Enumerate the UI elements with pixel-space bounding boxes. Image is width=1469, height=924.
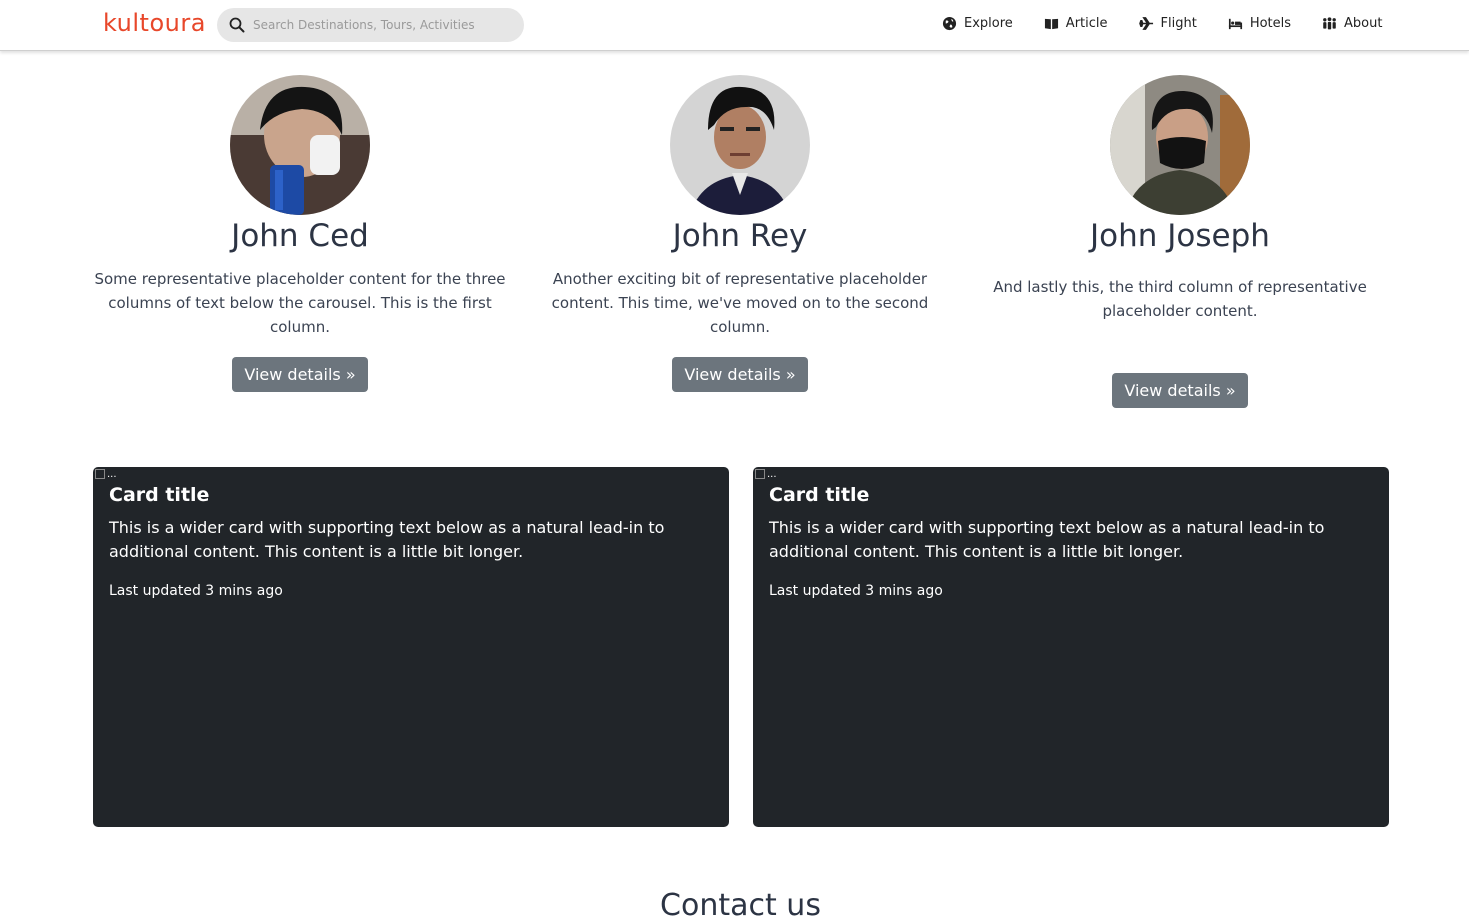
team-member-name: John Rey bbox=[672, 218, 808, 254]
card-title: Card title bbox=[769, 484, 870, 506]
team-member-column: John Rey Another exciting bit of represe… bbox=[530, 75, 950, 392]
team-member-name: John Joseph bbox=[1090, 218, 1270, 254]
team-member-description: Some representative placeholder content … bbox=[94, 270, 506, 336]
people-icon bbox=[1323, 17, 1336, 30]
nav-explore[interactable]: Explore bbox=[942, 16, 1013, 31]
nav-hotels[interactable]: Hotels bbox=[1228, 16, 1291, 31]
card-title: Card title bbox=[109, 484, 210, 506]
nav-hotels-label: Hotels bbox=[1249, 16, 1292, 31]
team-member-column: John Joseph And lastly this, the third c… bbox=[970, 75, 1390, 408]
brand-logo[interactable]: kultoura bbox=[103, 9, 206, 37]
info-card: ... Card title This is a wider card with… bbox=[753, 467, 1389, 827]
nav-about-label: About bbox=[1344, 16, 1383, 31]
search-bar[interactable] bbox=[217, 8, 524, 42]
bed-icon bbox=[1228, 18, 1242, 30]
team-member-name: John Ced bbox=[231, 218, 369, 254]
avatar bbox=[230, 75, 370, 215]
avatar bbox=[1110, 75, 1250, 215]
card-meta: Last updated 3 mins ago bbox=[769, 583, 943, 599]
team-member-column: John Ced Some representative placeholder… bbox=[90, 75, 510, 392]
broken-image: ... bbox=[755, 469, 777, 480]
top-navbar: kultoura Explore Article Flight bbox=[0, 0, 1469, 51]
nav-explore-label: Explore bbox=[964, 16, 1013, 31]
book-icon bbox=[1044, 18, 1058, 30]
team-member-description: And lastly this, the third column of rep… bbox=[993, 278, 1367, 320]
image-placeholder-icon bbox=[95, 469, 105, 479]
card-text: This is a wider card with supporting tex… bbox=[769, 518, 1325, 561]
search-icon bbox=[229, 17, 245, 33]
view-details-button[interactable]: View details » bbox=[232, 357, 368, 392]
view-details-button[interactable]: View details » bbox=[672, 357, 808, 392]
nav-article-label: Article bbox=[1065, 16, 1108, 31]
nav-article[interactable]: Article bbox=[1044, 16, 1108, 31]
card-text: This is a wider card with supporting tex… bbox=[109, 518, 665, 561]
avatar bbox=[670, 75, 810, 215]
contact-heading: Contact us bbox=[660, 888, 821, 923]
nav-flight-label: Flight bbox=[1160, 16, 1197, 31]
globe-icon bbox=[942, 16, 957, 31]
view-details-button[interactable]: View details » bbox=[1112, 373, 1248, 408]
broken-image: ... bbox=[95, 469, 117, 480]
team-member-description: Another exciting bit of representative p… bbox=[551, 270, 929, 336]
search-input[interactable] bbox=[253, 18, 513, 32]
info-card: ... Card title This is a wider card with… bbox=[93, 467, 729, 827]
nav-flight[interactable]: Flight bbox=[1138, 16, 1197, 31]
main-nav: Explore Article Flight Hotels About bbox=[942, 16, 1382, 31]
card-meta: Last updated 3 mins ago bbox=[109, 583, 283, 599]
image-alt-text: ... bbox=[107, 469, 117, 480]
image-placeholder-icon bbox=[755, 469, 765, 479]
plane-icon bbox=[1138, 17, 1153, 30]
image-alt-text: ... bbox=[767, 469, 777, 480]
nav-about[interactable]: About bbox=[1322, 16, 1382, 31]
